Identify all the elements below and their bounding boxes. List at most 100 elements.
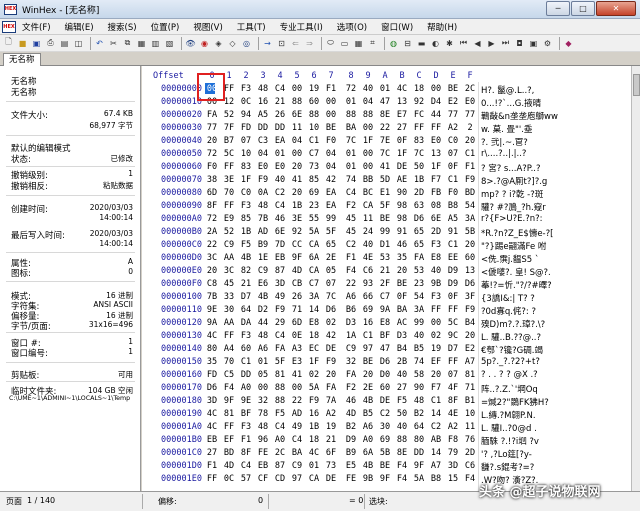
hex-byte[interactable]: 3D [204, 396, 220, 406]
hex-byte[interactable]: AB [428, 435, 444, 445]
hex-byte[interactable]: 40 [428, 266, 444, 276]
hex-byte[interactable]: F3 [238, 422, 254, 432]
hex-byte[interactable]: B4 [462, 318, 478, 328]
hex-byte[interactable]: 77 [462, 110, 478, 120]
menu-position[interactable]: 位置(P) [151, 21, 180, 33]
hex-byte[interactable]: 7C [411, 149, 427, 159]
hex-byte[interactable]: F3 [238, 84, 254, 94]
hex-byte[interactable]: C3 [255, 136, 271, 146]
hex-byte[interactable]: 45 [221, 279, 237, 289]
hex-byte[interactable]: CA [306, 474, 322, 484]
hex-byte[interactable]: 47 [377, 97, 393, 107]
hex-byte[interactable]: FA [272, 344, 288, 354]
hex-byte[interactable]: 07 [445, 149, 461, 159]
hex-byte[interactable]: F8 [445, 435, 461, 445]
hex-byte[interactable]: 77 [204, 123, 220, 133]
hex-byte[interactable]: C5 [221, 370, 237, 380]
hex-byte[interactable]: A3 [289, 344, 305, 354]
hex-byte[interactable]: EB [272, 253, 288, 263]
hex-byte[interactable]: 91 [445, 227, 461, 237]
ram-editor-icon[interactable]: ▭ [339, 38, 350, 49]
hex-byte[interactable]: 00 [204, 97, 220, 107]
hex-byte[interactable]: 60 [306, 97, 322, 107]
hex-byte[interactable]: 5F [272, 357, 288, 367]
hex-byte[interactable]: 24 [360, 227, 376, 237]
hex-byte[interactable]: 65 [323, 240, 339, 250]
hex-byte[interactable]: 04 [360, 97, 376, 107]
hex-byte[interactable]: 00 [323, 110, 339, 120]
hex-byte[interactable]: 4C [394, 84, 410, 94]
hex-byte[interactable]: 8F [445, 396, 461, 406]
hex-byte[interactable]: 88 [272, 383, 288, 393]
hex-byte[interactable]: 50 [394, 409, 410, 419]
first-icon[interactable]: ⏮ [458, 38, 469, 49]
hex-byte[interactable]: 3A [306, 292, 322, 302]
hex-byte[interactable]: 49 [272, 292, 288, 302]
hex-byte[interactable]: 6A [306, 253, 322, 263]
hex-byte[interactable]: B6 [343, 305, 359, 315]
hex-byte[interactable]: 02 [323, 318, 339, 328]
hex-byte[interactable]: FA [323, 383, 339, 393]
hex-byte[interactable]: F4 [221, 383, 237, 393]
hex-byte[interactable]: 1F [306, 357, 322, 367]
hex-byte[interactable]: F3 [238, 201, 254, 211]
hex-byte[interactable]: 10 [306, 123, 322, 133]
disk-icon[interactable]: ⊟ [402, 38, 413, 49]
hex-byte[interactable]: 64 [411, 422, 427, 432]
hex-byte[interactable]: EA [323, 201, 339, 211]
hex-byte[interactable]: 5B [377, 448, 393, 458]
hex-byte[interactable]: 46 [272, 214, 288, 224]
hex-byte[interactable]: 83 [238, 162, 254, 172]
hex-byte[interactable]: 69 [306, 188, 322, 198]
hex-byte[interactable]: 2C [462, 84, 478, 94]
hex-byte[interactable]: 01 [343, 162, 359, 172]
hex-byte[interactable]: 9F [411, 461, 427, 471]
hex-byte[interactable]: DE [323, 474, 339, 484]
hex-byte[interactable]: 13 [428, 149, 444, 159]
hex-byte[interactable]: 71 [289, 305, 305, 315]
hex-byte[interactable]: D0 [377, 370, 393, 380]
hex-byte[interactable]: 00 [360, 123, 376, 133]
hex-byte[interactable]: C1 [360, 331, 376, 341]
hex-byte[interactable]: A2 [323, 409, 339, 419]
hex-byte[interactable]: F1 [343, 253, 359, 263]
hex-byte[interactable]: 81 [221, 409, 237, 419]
hex-byte[interactable]: DE [323, 344, 339, 354]
hex-byte[interactable]: 52 [221, 227, 237, 237]
hex-byte[interactable]: 5A [306, 227, 322, 237]
menu-window[interactable]: 窗口(W) [381, 21, 413, 33]
hex-byte[interactable]: 99 [377, 227, 393, 237]
hex-byte[interactable]: 21 [323, 435, 339, 445]
hex-byte[interactable]: 98 [394, 201, 410, 211]
hex-byte[interactable]: F2 [343, 383, 359, 393]
hex-byte[interactable]: A4 [221, 344, 237, 354]
hex-byte[interactable]: 6E [428, 214, 444, 224]
hex-byte[interactable]: 74 [343, 175, 359, 185]
hex-byte[interactable]: 2D [428, 227, 444, 237]
hex-byte[interactable]: EF [221, 435, 237, 445]
hex-byte[interactable]: F5 [394, 396, 410, 406]
hex-byte[interactable]: CC [289, 240, 305, 250]
hex-byte[interactable]: C1 [306, 136, 322, 146]
hex-byte[interactable]: EA [272, 136, 288, 146]
menu-help[interactable]: 帮助(H) [427, 21, 457, 33]
hex-byte[interactable]: C4 [272, 84, 288, 94]
hex-byte[interactable]: 20 [428, 370, 444, 380]
paste-zero-icon[interactable]: ▧ [164, 38, 175, 49]
hex-byte[interactable]: D9 [445, 266, 461, 276]
hex-byte[interactable]: 73 [323, 461, 339, 471]
hex-byte[interactable]: 52 [221, 110, 237, 120]
hex-byte[interactable]: D9 [343, 435, 359, 445]
hex-byte[interactable]: CD [272, 474, 288, 484]
hex-byte[interactable]: 40 [411, 331, 427, 341]
hex-byte[interactable]: FA [343, 370, 359, 380]
hex-byte[interactable]: C4 [238, 461, 254, 471]
hex-byte[interactable]: F7 [428, 383, 444, 393]
hex-byte[interactable]: 38 [204, 175, 220, 185]
hex-byte[interactable]: 26 [272, 110, 288, 120]
hex-byte[interactable]: 55 [306, 214, 322, 224]
hex-byte[interactable]: 08 [428, 201, 444, 211]
maximize-button[interactable]: □ [571, 1, 595, 16]
hex-byte[interactable]: F1 [462, 162, 478, 172]
hex-byte[interactable]: D9 [445, 279, 461, 289]
